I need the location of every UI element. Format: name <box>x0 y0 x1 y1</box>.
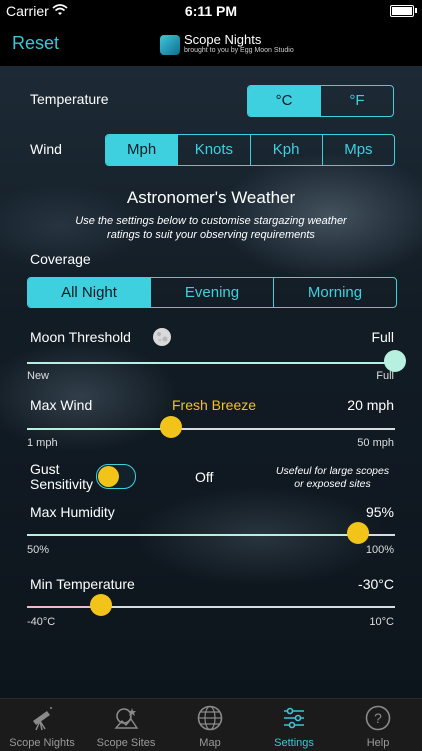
moon-threshold-label: Moon Threshold <box>30 329 131 345</box>
app-subtitle: brought to you by Egg Moon Studio <box>184 47 294 54</box>
coverage-control: All Night Evening Morning <box>27 277 397 308</box>
gust-sensitivity-label: Gust Sensitivity <box>30 461 94 492</box>
min-temperature-max: 10°C <box>369 616 394 628</box>
tab-settings[interactable]: Settings <box>252 699 336 751</box>
temperature-label: Temperature <box>30 91 109 107</box>
tab-scope-sites[interactable]: Scope Sites <box>84 699 168 751</box>
max-wind-slider-thumb[interactable] <box>159 416 182 438</box>
clock: 6:11 PM <box>184 3 238 19</box>
max-wind-fill <box>27 428 171 430</box>
tab-scope-nights[interactable]: Scope Nights <box>0 699 84 751</box>
sliders-icon <box>284 707 304 729</box>
help-icon: ? <box>365 705 391 731</box>
coverage-option-morning[interactable]: Morning <box>273 278 396 307</box>
gust-sensitivity-note: Usefeul for large scopes or exposed site… <box>275 465 390 490</box>
wind-unit-control: Mph Knots Kph Mps <box>105 134 395 166</box>
tab-label: Scope Sites <box>96 737 156 749</box>
app-logo-icon <box>160 35 180 55</box>
moon-threshold-fill <box>27 362 395 364</box>
app-title: Scope Nights <box>184 32 262 47</box>
moon-icon <box>153 328 171 346</box>
max-humidity-min: 50% <box>27 544 50 556</box>
max-wind-min: 1 mph <box>27 437 58 449</box>
telescope-icon <box>33 707 52 731</box>
coverage-option-all-night[interactable]: All Night <box>28 278 150 307</box>
section-heading: Astronomer's Weather <box>126 188 296 207</box>
sites-icon <box>114 708 139 729</box>
wind-option-mph[interactable]: Mph <box>106 135 178 165</box>
section-description: Use the settings below to customise star… <box>75 215 347 241</box>
status-bar: Carrier 6:11 PM <box>0 0 422 22</box>
wind-option-kph[interactable]: Kph <box>249 135 322 165</box>
coverage-label: Coverage <box>30 251 91 267</box>
moon-threshold-value: Full <box>371 329 394 345</box>
moon-threshold-max: Full <box>376 370 394 382</box>
min-temperature-label: Min Temperature <box>30 576 135 592</box>
tab-label: Scope Nights <box>9 737 75 749</box>
max-wind-max: 50 mph <box>357 437 394 449</box>
tab-bar: Scope Nights Scope Sites Map Settings ? <box>0 698 422 751</box>
battery-icon <box>390 5 414 17</box>
tab-map[interactable]: Map <box>168 699 252 751</box>
tab-label: Settings <box>274 737 314 749</box>
min-temperature-value: -30°C <box>358 576 394 592</box>
max-humidity-value: 95% <box>365 504 394 520</box>
min-temperature-slider-thumb[interactable] <box>89 594 112 616</box>
reset-button[interactable]: Reset <box>12 33 59 54</box>
wind-option-mps[interactable]: Mps <box>321 135 394 165</box>
gust-sensitivity-state: Off <box>195 469 214 485</box>
max-humidity-label: Max Humidity <box>30 504 115 520</box>
max-wind-description: Fresh Breeze <box>172 397 257 413</box>
moon-threshold-slider-thumb[interactable] <box>384 350 406 372</box>
gust-toggle-knob <box>98 466 119 487</box>
svg-text:?: ? <box>374 710 382 726</box>
battery-tip <box>415 8 417 13</box>
temperature-option-fahrenheit[interactable]: °F <box>320 86 393 116</box>
moon-threshold-min: New <box>27 370 50 382</box>
wind-option-knots[interactable]: Knots <box>177 135 249 165</box>
temperature-option-celsius[interactable]: °C <box>248 86 320 116</box>
navigation-bar: Reset Scope Nights brought to you by Egg… <box>0 22 422 66</box>
tab-label: Help <box>366 737 390 749</box>
max-humidity-max: 100% <box>365 544 394 556</box>
tab-label: Map <box>199 737 221 749</box>
tab-help[interactable]: ? Help <box>336 699 420 751</box>
temperature-unit-control: °C °F <box>247 85 394 117</box>
globe-icon <box>197 705 223 731</box>
max-humidity-fill <box>27 534 359 536</box>
coverage-option-evening[interactable]: Evening <box>150 278 273 307</box>
max-wind-value: 20 mph <box>347 397 394 413</box>
wind-label: Wind <box>30 141 62 157</box>
gust-sensitivity-toggle[interactable] <box>96 464 136 489</box>
min-temperature-min: -40°C <box>27 616 56 628</box>
max-wind-label: Max Wind <box>30 397 93 413</box>
